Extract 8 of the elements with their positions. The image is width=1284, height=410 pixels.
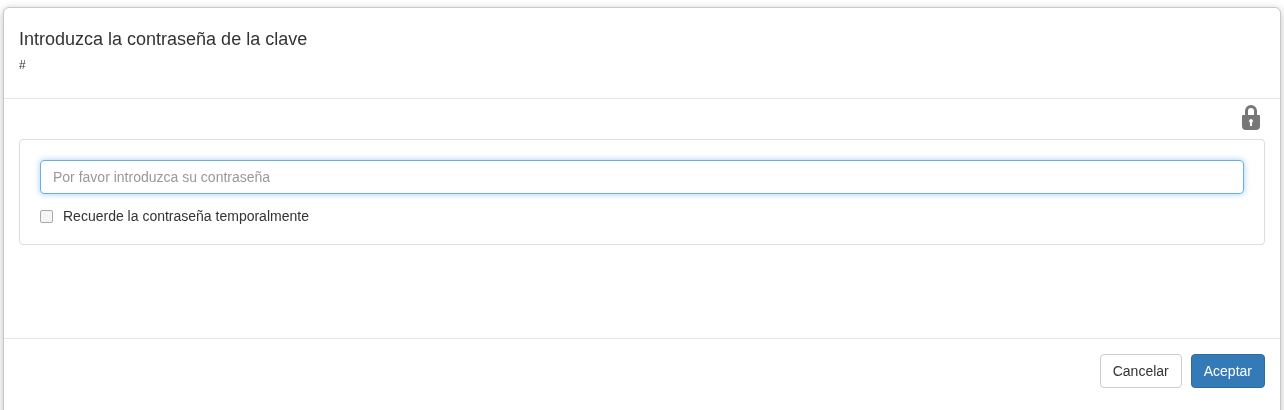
remember-checkbox[interactable] [40,210,53,223]
accept-button[interactable]: Aceptar [1190,354,1265,388]
dialog-subtitle: # [19,58,27,72]
dialog-title: Introduzca la contraseña de la clave [19,28,309,50]
lock-icon [1241,104,1261,130]
cancel-button[interactable]: Cancelar [1099,354,1182,388]
password-field[interactable]: Por favor introduzca su contraseña [40,160,1244,194]
checkbox-label: Recuerde la contraseña temporalmente [63,207,309,226]
